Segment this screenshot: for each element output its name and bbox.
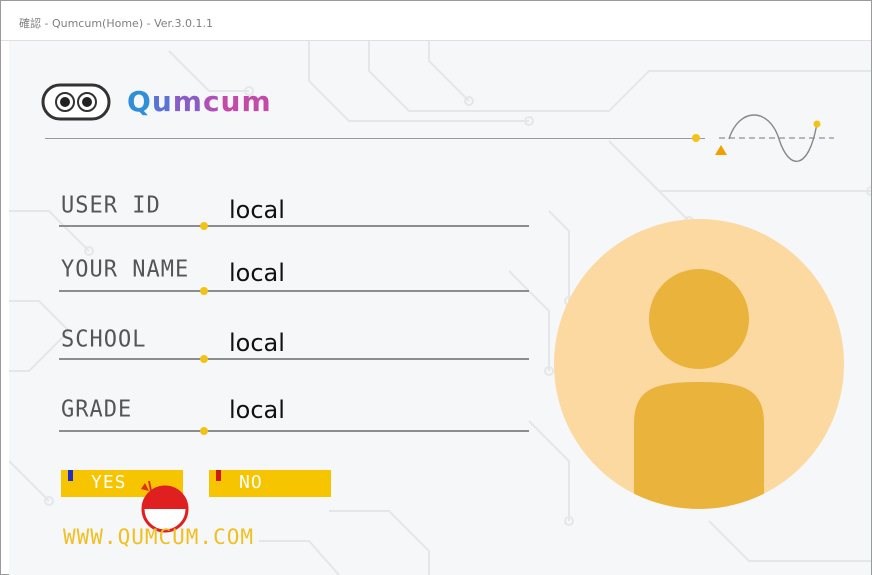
grade-underline	[59, 430, 529, 432]
yes-button-label: YES	[91, 472, 127, 493]
grade-value: local	[229, 396, 285, 424]
brand-letter: Q	[127, 85, 152, 118]
brand-letter: m	[172, 85, 203, 118]
school-label: SCHOOL	[61, 326, 147, 353]
robot-eyes-icon	[41, 83, 111, 121]
brand-letter: m	[241, 85, 272, 118]
no-button-label: NO	[239, 472, 263, 493]
your-name-label: YOUR NAME	[61, 256, 190, 283]
red-marker	[216, 470, 221, 481]
title-bar[interactable]: 確認 - Qumcum(Home) - Ver.3.0.1.1	[1, 1, 871, 41]
website-link[interactable]: WWW.QUMCUM.COM	[63, 525, 254, 549]
your-name-underline	[59, 290, 529, 292]
no-button[interactable]: NO	[209, 470, 331, 497]
user-id-value: local	[229, 196, 285, 224]
field-dot	[200, 355, 208, 363]
brand-logo-text: Qumcum	[127, 85, 272, 118]
content-area: Qumcum USER ID local YOUR NAME local SCH…	[9, 41, 871, 575]
brand-letter: u	[220, 85, 242, 118]
brand-letter: c	[202, 85, 221, 118]
blue-marker	[68, 470, 73, 481]
window-title: 確認 - Qumcum(Home) - Ver.3.0.1.1	[19, 17, 214, 30]
your-name-value: local	[229, 259, 285, 287]
grade-label: GRADE	[61, 396, 133, 423]
school-value: local	[229, 329, 285, 357]
user-id-label: USER ID	[61, 192, 161, 219]
confirmation-window: 確認 - Qumcum(Home) - Ver.3.0.1.1 Qumcum U…	[0, 0, 872, 575]
field-dot	[200, 222, 208, 230]
user-id-underline	[59, 225, 529, 227]
brand-letter: u	[151, 85, 173, 118]
user-avatar-icon	[554, 219, 844, 509]
school-underline	[59, 358, 529, 360]
field-dot	[200, 287, 208, 295]
header-divider	[45, 138, 705, 139]
sine-wave-decoration-icon	[692, 114, 834, 162]
field-dot	[200, 427, 208, 435]
